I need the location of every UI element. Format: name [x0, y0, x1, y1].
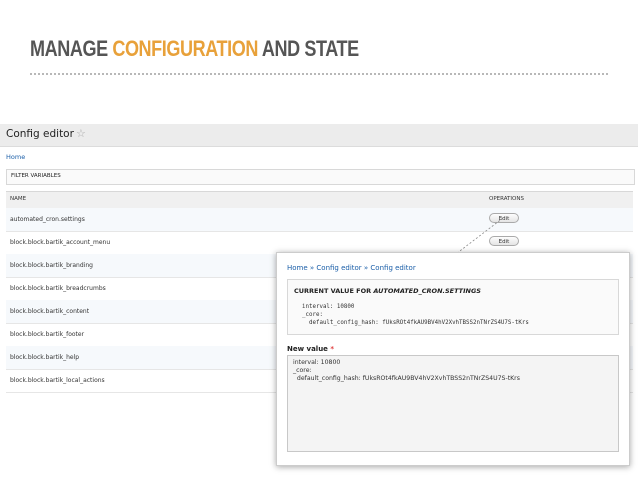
- current-value-fieldset: CURRENT VALUE FOR AUTOMATED_CRON.SETTING…: [287, 279, 619, 335]
- new-value-label: New value *: [287, 345, 334, 353]
- current-value-legend-prefix: CURRENT VALUE FOR: [294, 287, 374, 295]
- new-value-text[interactable]: interval: 10800 _core: default_config_ha…: [293, 359, 520, 383]
- required-marker: *: [330, 345, 335, 353]
- current-value-text: interval: 10800 _core: default_config_ha…: [302, 304, 529, 326]
- current-value-legend-config-name: AUTOMATED_CRON.SETTINGS: [373, 287, 481, 295]
- breadcrumb[interactable]: Home » Config editor » Config editor: [287, 264, 416, 272]
- new-value-label-text: New value: [287, 345, 328, 353]
- new-value-textarea[interactable]: interval: 10800 _core: default_config_ha…: [287, 355, 619, 452]
- edit-config-screenshot: Home » Config editor » Config editor CUR…: [276, 252, 630, 466]
- current-value-legend: CURRENT VALUE FOR AUTOMATED_CRON.SETTING…: [294, 287, 481, 295]
